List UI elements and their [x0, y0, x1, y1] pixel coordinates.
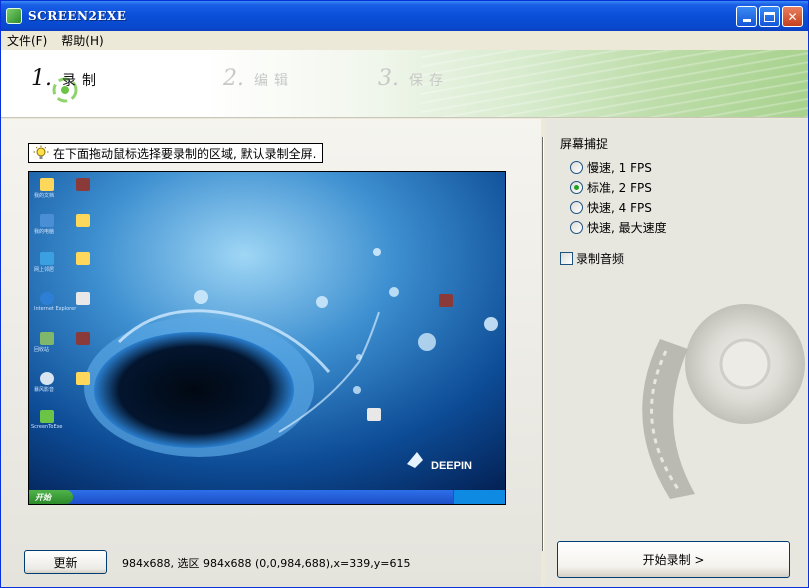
radio-label: 快速, 4 FPS: [587, 201, 652, 215]
radio-selected-dot: [574, 185, 579, 190]
folder-icon[interactable]: [76, 252, 90, 265]
my-documents-icon[interactable]: [40, 178, 54, 191]
folder-icon[interactable]: [76, 372, 90, 385]
app-icon: [6, 8, 22, 24]
radio-label: 慢速, 1 FPS: [587, 161, 652, 175]
preview-system-tray: [453, 490, 505, 504]
header-decoration: [421, 50, 808, 117]
film-reel-watermark: [642, 304, 805, 499]
window-title: SCREEN2EXE: [28, 9, 127, 23]
fps-option-max[interactable]: 快速, 最大速度: [570, 219, 667, 236]
fps-option-slow[interactable]: 慢速, 1 FPS: [570, 159, 652, 176]
fps-option-standard[interactable]: 标准, 2 FPS: [570, 179, 652, 196]
menu-bar: 文件(F) 帮助(H): [1, 31, 808, 50]
maximize-button[interactable]: [759, 6, 780, 27]
screen-preview[interactable]: 我的文档 我的电脑 网上邻居 Internet Explorer 回收站 暴风影…: [28, 171, 506, 505]
title-bar[interactable]: SCREEN2EXE ✕: [1, 1, 808, 31]
record-audio-label: 录制音频: [576, 252, 625, 266]
capture-area-panel: 在下面拖动鼠标选择要录制的区域, 默认录制全屏. 我的文档 我的电脑 网上邻居 …: [1, 119, 541, 587]
radio-button[interactable]: [570, 161, 583, 174]
desktop-icon-label: 网上邻居: [34, 267, 55, 273]
desktop-icon-label: 我的电脑: [34, 229, 55, 235]
close-icon: ✕: [787, 9, 798, 24]
step-edit: 2. 编辑: [223, 66, 294, 91]
minimize-icon: [742, 19, 751, 22]
my-computer-icon[interactable]: [40, 214, 54, 227]
lightbulb-icon: [33, 145, 49, 159]
hint-text: 在下面拖动鼠标选择要录制的区域, 默认录制全屏.: [53, 146, 317, 161]
start-recording-button[interactable]: 开始录制 >: [557, 541, 790, 578]
desktop-icon-label: 我的文档: [34, 193, 55, 199]
step-record-number: 1.: [31, 66, 52, 91]
panel-divider: [542, 137, 544, 551]
step-save-number: 3.: [378, 66, 399, 91]
preview-start-button[interactable]: 开始: [29, 490, 73, 504]
media-player-icon[interactable]: [40, 372, 54, 385]
desktop-icon-label: 暴风影音: [34, 387, 55, 393]
step-record-label: 录制: [62, 73, 102, 89]
radio-label: 标准, 2 FPS: [587, 181, 652, 195]
wallpaper-brand: DEEPIN: [431, 460, 472, 472]
options-panel: 屏幕捕捉 慢速, 1 FPS 标准, 2 FPS 快速, 4 FPS 快速, 最…: [545, 119, 808, 587]
desktop-icons: 我的文档 我的电脑 网上邻居 Internet Explorer 回收站 暴风影…: [29, 172, 505, 504]
preview-taskbar: 开始: [29, 490, 505, 504]
archive-icon[interactable]: [439, 294, 453, 307]
fps-option-fast[interactable]: 快速, 4 FPS: [570, 199, 652, 216]
preview-start-label: 开始: [35, 492, 51, 502]
radio-button[interactable]: [570, 221, 583, 234]
update-button[interactable]: 更新: [24, 550, 107, 574]
selection-status: 984x688, 选区 984x688 (0,0,984,688),x=339,…: [122, 557, 411, 570]
step-header: 1. 录制 2. 编辑 3. 保存: [1, 50, 808, 118]
screentoexe-icon[interactable]: [40, 410, 54, 423]
setup-icon[interactable]: [367, 408, 381, 421]
step-edit-number: 2.: [223, 66, 244, 91]
desktop-icon-label: 回收站: [34, 347, 50, 353]
menu-file[interactable]: 文件(F): [7, 32, 47, 49]
step-record: 1. 录制: [31, 66, 102, 91]
desktop-icon-label: Internet Explorer: [34, 306, 77, 312]
hint-box: 在下面拖动鼠标选择要录制的区域, 默认录制全屏.: [28, 143, 324, 163]
recycle-bin-icon[interactable]: [40, 332, 54, 345]
minimize-button[interactable]: [736, 6, 757, 27]
document-icon[interactable]: [76, 292, 90, 305]
menu-help[interactable]: 帮助(H): [61, 32, 103, 49]
ie-icon[interactable]: [40, 292, 54, 305]
step-save-label: 保存: [409, 73, 449, 89]
capture-title: 屏幕捕捉: [560, 137, 609, 151]
maximize-icon: [764, 11, 775, 22]
folder-icon[interactable]: [76, 214, 90, 227]
network-icon[interactable]: [40, 252, 54, 265]
desktop-icon-label: ScreenToExe: [31, 424, 63, 430]
archive-icon[interactable]: [76, 332, 90, 345]
archive-icon[interactable]: [76, 178, 90, 191]
step-edit-label: 编辑: [254, 73, 294, 89]
radio-button[interactable]: [570, 201, 583, 214]
record-audio-checkbox[interactable]: [560, 252, 573, 265]
record-audio-option[interactable]: 录制音频: [560, 250, 624, 267]
close-button[interactable]: ✕: [782, 6, 803, 27]
radio-label: 快速, 最大速度: [587, 221, 667, 235]
app-window: SCREEN2EXE ✕ 文件(F) 帮助(H) 1. 录制 2. 编辑 3. …: [0, 0, 809, 588]
step-save: 3. 保存: [378, 66, 449, 91]
radio-button[interactable]: [570, 181, 583, 194]
